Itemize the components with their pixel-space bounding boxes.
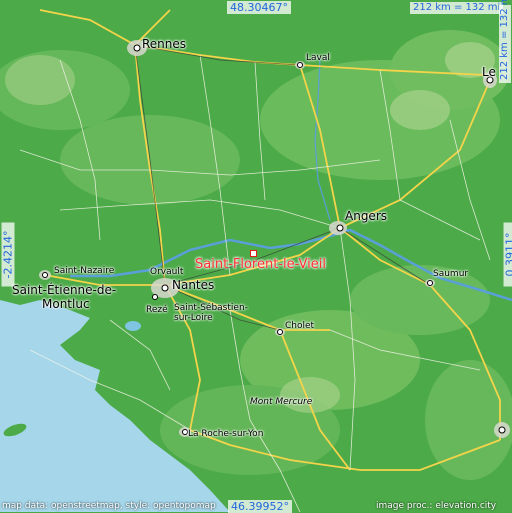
city-label-cholet: Cholet: [285, 322, 314, 331]
city-label-nantes: Nantes: [172, 279, 214, 291]
city-label-saint-sebastien: Saint-Sébastien-: [174, 304, 248, 313]
city-label-sur-loire: sur-Loire: [174, 314, 213, 323]
image-credits: image proc.: elevation.city: [376, 502, 496, 511]
city-label-saumur: Saumur: [433, 270, 468, 279]
city-label-reze: Rezé: [146, 306, 168, 315]
city-label-saint-nazaire: Saint-Nazaire: [54, 267, 114, 276]
location-name: Saint-Florent-le-Vieil: [195, 258, 326, 271]
west-longitude: -2.4214°: [2, 223, 15, 287]
south-latitude: 46.39952°: [228, 500, 292, 513]
east-longitude: 0.3911°: [504, 223, 512, 287]
city-label-montluc: Montluc: [42, 298, 90, 310]
city-label-saint-etienne-de: Saint-Étienne-de-: [12, 284, 116, 296]
city-label-le: Le: [482, 66, 496, 78]
place-label-mont-mercure: Mont Mercure: [250, 398, 312, 407]
city-label-la-roche-sur-yon: La Roche-sur-Yon: [188, 430, 263, 439]
location-marker[interactable]: [250, 250, 257, 257]
map-credits: map data: openstreetmap, style: opentopo…: [2, 502, 216, 511]
scale-vertical: 212 km = 132 mi: [499, 5, 511, 83]
city-label-laval: Laval: [306, 54, 330, 63]
city-label-orvault: Orvault: [150, 268, 183, 277]
lake-grand-lieu: [125, 321, 141, 331]
city-label-angers: Angers: [345, 210, 387, 222]
scale-horizontal: 212 km = 132 mi: [410, 2, 503, 14]
city-label-rennes: Rennes: [142, 38, 186, 50]
north-latitude: 48.30467°: [227, 1, 291, 14]
